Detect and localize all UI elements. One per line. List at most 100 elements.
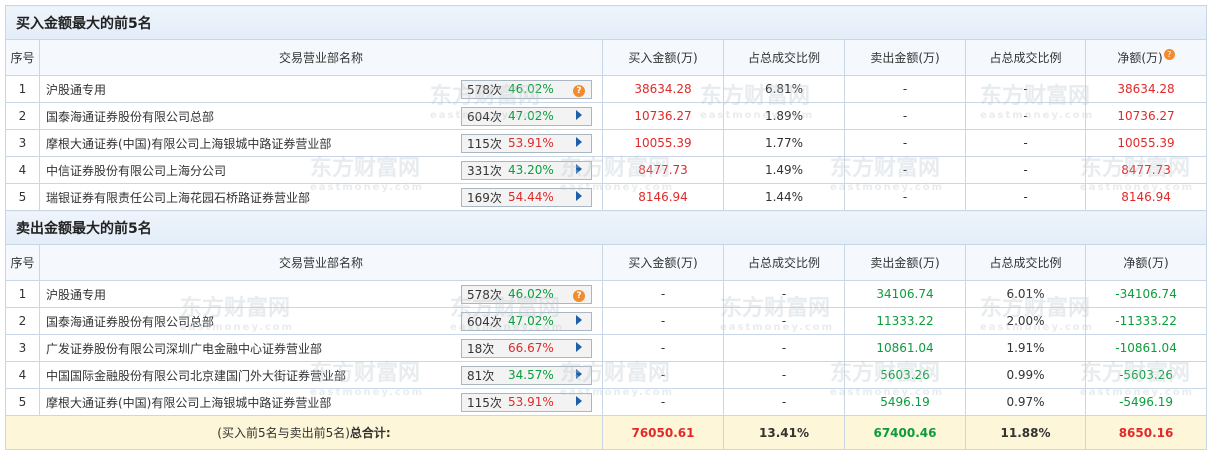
table-row: 4 中信证券股份有限公司上海分公司 331次 43.20% 8477.73 1.…	[5, 156, 1208, 184]
question-icon[interactable]: ?	[573, 84, 585, 97]
branch-name-link[interactable]: 中国国际金融股份有限公司北京建国门外大街证券营业部	[46, 367, 346, 384]
row-index: 5	[5, 183, 40, 211]
icon-slot[interactable]	[570, 109, 588, 123]
win-rate: 53.91%	[508, 395, 554, 409]
row-index: 3	[5, 334, 40, 362]
branch-name-link[interactable]: 摩根大通证券(中国)有限公司上海银城中路证券营业部	[46, 135, 331, 152]
net-amount: 38634.28	[1084, 75, 1208, 103]
branch-name-link[interactable]: 国泰海通证券股份有限公司总部	[46, 313, 214, 330]
col-header-buy-ratio: 占总成交比例	[723, 39, 845, 76]
icon-slot[interactable]: ?	[570, 287, 588, 302]
net-amount: -34106.74	[1084, 280, 1208, 308]
arrow-right-icon[interactable]	[576, 396, 582, 406]
branch-name-link[interactable]: 沪股通专用	[46, 81, 106, 98]
buy-amount: -	[602, 334, 724, 362]
row-index: 3	[5, 129, 40, 157]
net-amount: -5496.19	[1084, 388, 1208, 416]
col-header-branch: 交易营业部名称	[39, 244, 603, 281]
win-rate: 34.57%	[508, 368, 554, 382]
branch-name-link[interactable]: 沪股通专用	[46, 286, 106, 303]
win-rate: 43.20%	[508, 163, 554, 177]
buy-ratio: 1.44%	[723, 183, 845, 211]
trade-count: 578次	[467, 287, 502, 302]
win-rate: 46.02%	[508, 287, 554, 301]
branch-stats-tag[interactable]: 115次 53.91%	[461, 133, 592, 153]
branch-stats-tag[interactable]: 578次 46.02% ?	[461, 284, 592, 304]
icon-slot[interactable]	[570, 395, 588, 409]
net-amount: 10736.27	[1084, 102, 1208, 130]
col-header-buy-amount: 买入金额(万)	[602, 244, 724, 281]
net-amount: -10861.04	[1084, 334, 1208, 362]
branch-stats-tag[interactable]: 18次 66.67%	[461, 338, 592, 358]
icon-slot[interactable]: ?	[570, 82, 588, 97]
icon-slot[interactable]	[570, 163, 588, 177]
sell-amount: 10861.04	[844, 334, 966, 362]
arrow-right-icon[interactable]	[576, 110, 582, 120]
question-icon[interactable]: ?	[1163, 49, 1175, 60]
buy-ratio: 6.81%	[723, 75, 845, 103]
trade-count: 115次	[467, 395, 502, 410]
buy-ratio: -	[723, 388, 845, 416]
sell-ratio: -	[965, 102, 1086, 130]
total-label: (买入前5名与卖出前5名)总合计:	[5, 415, 603, 450]
buy-ratio: -	[723, 280, 845, 308]
total-label-prefix: (买入前5名与卖出前5名)	[217, 426, 350, 440]
col-header-branch: 交易营业部名称	[39, 39, 603, 76]
branch-name-link[interactable]: 广发证券股份有限公司深圳广电金融中心证券营业部	[46, 340, 322, 357]
sell-ratio: -	[965, 129, 1086, 157]
net-amount: 8146.94	[1084, 183, 1208, 211]
table-row: 5 瑞银证券有限责任公司上海花园石桥路证券营业部 169次 54.44% 814…	[5, 183, 1208, 211]
sell-amount: 11333.22	[844, 307, 966, 335]
icon-slot[interactable]	[570, 314, 588, 328]
branch-name-link[interactable]: 瑞银证券有限责任公司上海花园石桥路证券营业部	[46, 189, 310, 206]
table-row: 2 国泰海通证券股份有限公司总部 604次 47.02% 10736.27 1.…	[5, 102, 1208, 130]
buy-section-title: 买入金额最大的前5名	[4, 5, 1208, 40]
branch-name-link[interactable]: 中信证券股份有限公司上海分公司	[46, 162, 226, 179]
branch-cell: 广发证券股份有限公司深圳广电金融中心证券营业部 18次 66.67%	[39, 334, 603, 362]
row-index: 2	[5, 102, 40, 130]
icon-slot[interactable]	[570, 136, 588, 150]
branch-stats-tag[interactable]: 81次 34.57%	[461, 365, 592, 385]
branch-name-link[interactable]: 国泰海通证券股份有限公司总部	[46, 108, 214, 125]
total-buy: 76050.61	[602, 415, 724, 450]
buy-amount: 10055.39	[602, 129, 724, 157]
arrow-right-icon[interactable]	[576, 164, 582, 174]
question-icon[interactable]: ?	[573, 289, 585, 302]
branch-stats-tag[interactable]: 331次 43.20%	[461, 160, 592, 180]
branch-stats-tag[interactable]: 578次 46.02% ?	[461, 79, 592, 99]
buy-amount: 38634.28	[602, 75, 724, 103]
arrow-right-icon[interactable]	[576, 369, 582, 379]
arrow-right-icon[interactable]	[576, 315, 582, 325]
trade-count: 81次	[467, 368, 495, 383]
branch-cell: 中信证券股份有限公司上海分公司 331次 43.20%	[39, 156, 603, 184]
trade-count: 115次	[467, 136, 502, 151]
icon-slot[interactable]	[570, 190, 588, 204]
branch-stats-tag[interactable]: 115次 53.91%	[461, 392, 592, 412]
sell-amount: -	[844, 75, 966, 103]
icon-slot[interactable]	[570, 341, 588, 355]
win-rate: 46.02%	[508, 82, 554, 96]
total-label-bold: 总合计:	[349, 426, 391, 440]
branch-stats-tag[interactable]: 604次 47.02%	[461, 106, 592, 126]
buy-amount: 10736.27	[602, 102, 724, 130]
sell-ratio: 0.97%	[965, 388, 1086, 416]
table-row: 4 中国国际金融股份有限公司北京建国门外大街证券营业部 81次 34.57% -…	[5, 361, 1208, 389]
buy-ratio: -	[723, 307, 845, 335]
arrow-right-icon[interactable]	[576, 191, 582, 201]
col-header-sell-ratio: 占总成交比例	[965, 39, 1086, 76]
win-rate: 54.44%	[508, 190, 554, 204]
branch-name-link[interactable]: 摩根大通证券(中国)有限公司上海银城中路证券营业部	[46, 394, 331, 411]
arrow-right-icon[interactable]	[576, 342, 582, 352]
total-sell-ratio: 11.88%	[965, 415, 1086, 450]
col-header-sell-ratio: 占总成交比例	[965, 244, 1086, 281]
sell-section-title: 卖出金额最大的前5名	[4, 210, 1208, 245]
branch-stats-tag[interactable]: 604次 47.02%	[461, 311, 592, 331]
buy-ratio: 1.89%	[723, 102, 845, 130]
net-amount: -5603.26	[1084, 361, 1208, 389]
net-amount: -11333.22	[1084, 307, 1208, 335]
table-row: 3 广发证券股份有限公司深圳广电金融中心证券营业部 18次 66.67% - -…	[5, 334, 1208, 362]
branch-cell: 瑞银证券有限责任公司上海花园石桥路证券营业部 169次 54.44%	[39, 183, 603, 211]
arrow-right-icon[interactable]	[576, 137, 582, 147]
icon-slot[interactable]	[570, 368, 588, 382]
branch-stats-tag[interactable]: 169次 54.44%	[461, 187, 592, 207]
